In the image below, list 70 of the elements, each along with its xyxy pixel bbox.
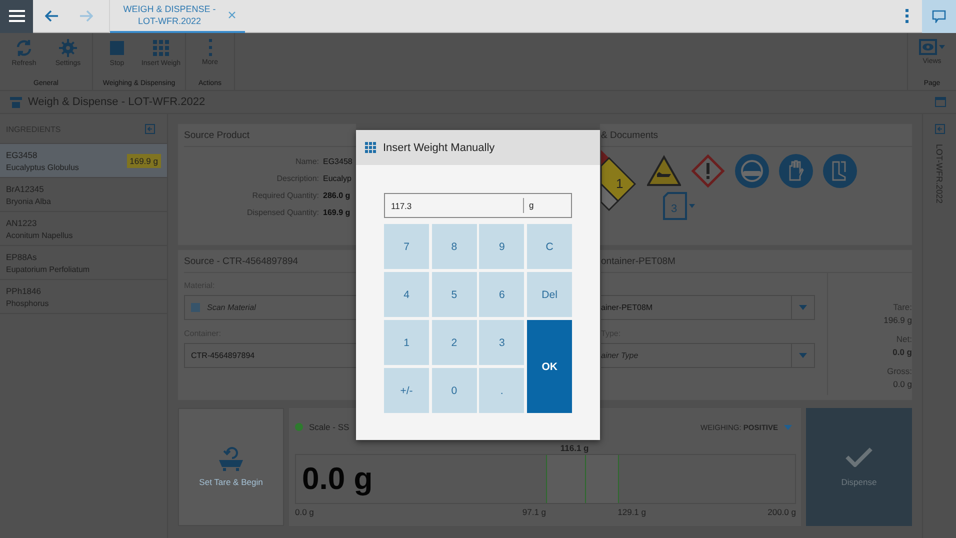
expand-icon[interactable] [934, 124, 944, 134]
caret-icon [799, 305, 807, 310]
menu-button[interactable] [0, 0, 33, 32]
eye-icon [919, 39, 937, 55]
gloves-icon [779, 154, 813, 188]
close-icon[interactable] [228, 11, 236, 19]
field-value: EG3458 [323, 157, 354, 166]
weight-input[interactable]: 117.3 g [384, 193, 572, 218]
unit-label: g [523, 198, 571, 213]
tare-icon [218, 447, 244, 471]
field-value: 286.0 g [323, 191, 352, 200]
ingredient-code: EG3458 [6, 150, 38, 160]
quantity-badge: 169.9 g [126, 154, 161, 168]
forward-arrow-icon [79, 10, 93, 22]
scale-tick-label: 200.0 g [768, 507, 796, 517]
action-key[interactable]: +/- [384, 368, 429, 413]
caret-icon[interactable] [689, 204, 695, 208]
more-icon[interactable] [905, 9, 909, 23]
action-key[interactable]: C [527, 224, 572, 269]
menu-icon [8, 10, 24, 22]
scan-field[interactable]: Scan Material [184, 295, 356, 320]
grid-icon [152, 39, 170, 57]
goggles-icon [735, 154, 769, 188]
digit-key[interactable]: . [479, 368, 524, 413]
chat-icon [932, 10, 946, 22]
scan-icon [191, 303, 200, 312]
settings-icon [59, 39, 77, 57]
scale-tick-label: 0.0 g [295, 507, 314, 517]
dropdown-field[interactable]: ainer-PET08M [601, 295, 815, 320]
scale-tick-label: 97.1 g [522, 507, 546, 517]
back-arrow-icon [45, 10, 59, 22]
action-key[interactable]: Del [527, 272, 572, 317]
text-field[interactable]: CTR-4564897894 [184, 343, 356, 368]
digit-key[interactable]: 3 [479, 320, 524, 365]
dropdown-field[interactable]: ainer Type [601, 343, 815, 368]
refresh-icon [15, 39, 33, 57]
boots-icon [823, 154, 857, 188]
digit-key[interactable]: 1 [384, 320, 429, 365]
set-tare-button[interactable]: Set Tare & Begin [178, 408, 284, 526]
panel-icon[interactable] [935, 97, 946, 107]
exclamation-warning-icon [691, 154, 725, 188]
chat-button[interactable] [922, 0, 956, 32]
ok-button[interactable]: OK [527, 320, 572, 413]
caret-icon [784, 424, 792, 430]
digit-key[interactable]: 5 [432, 272, 477, 317]
scale-icon [10, 96, 22, 108]
ingredient-name: Eucalyptus Globulus [6, 162, 79, 172]
caret-icon [799, 353, 807, 358]
digit-key[interactable]: 6 [479, 272, 524, 317]
digit-key[interactable]: 9 [479, 224, 524, 269]
digit-key[interactable]: 8 [432, 224, 477, 269]
ingredient-item[interactable]: EG3458 Eucalyptus Globulus 169.9 g [0, 144, 167, 178]
caret-icon [939, 45, 945, 49]
stop-icon [108, 39, 126, 57]
more-icon [208, 39, 212, 56]
digit-key[interactable]: 7 [384, 224, 429, 269]
field-value: 169.9 g [323, 208, 352, 217]
collapse-icon[interactable] [145, 124, 155, 134]
check-icon [845, 447, 873, 467]
field-value: Eucalyp [323, 174, 352, 183]
digit-key[interactable]: 4 [384, 272, 429, 317]
keypad-icon [365, 142, 376, 153]
digit-key[interactable]: 2 [432, 320, 477, 365]
dialog-title: Insert Weight Manually [383, 142, 495, 154]
weight-reading: 0.0 g [302, 461, 373, 497]
scale-tick-label: 129.1 g [618, 507, 646, 517]
dispense-button[interactable]: Dispense [806, 408, 912, 526]
digit-key[interactable]: 0 [432, 368, 477, 413]
target-value: 116.1 g [560, 443, 589, 453]
scale-name: Scale - SS [309, 422, 350, 432]
